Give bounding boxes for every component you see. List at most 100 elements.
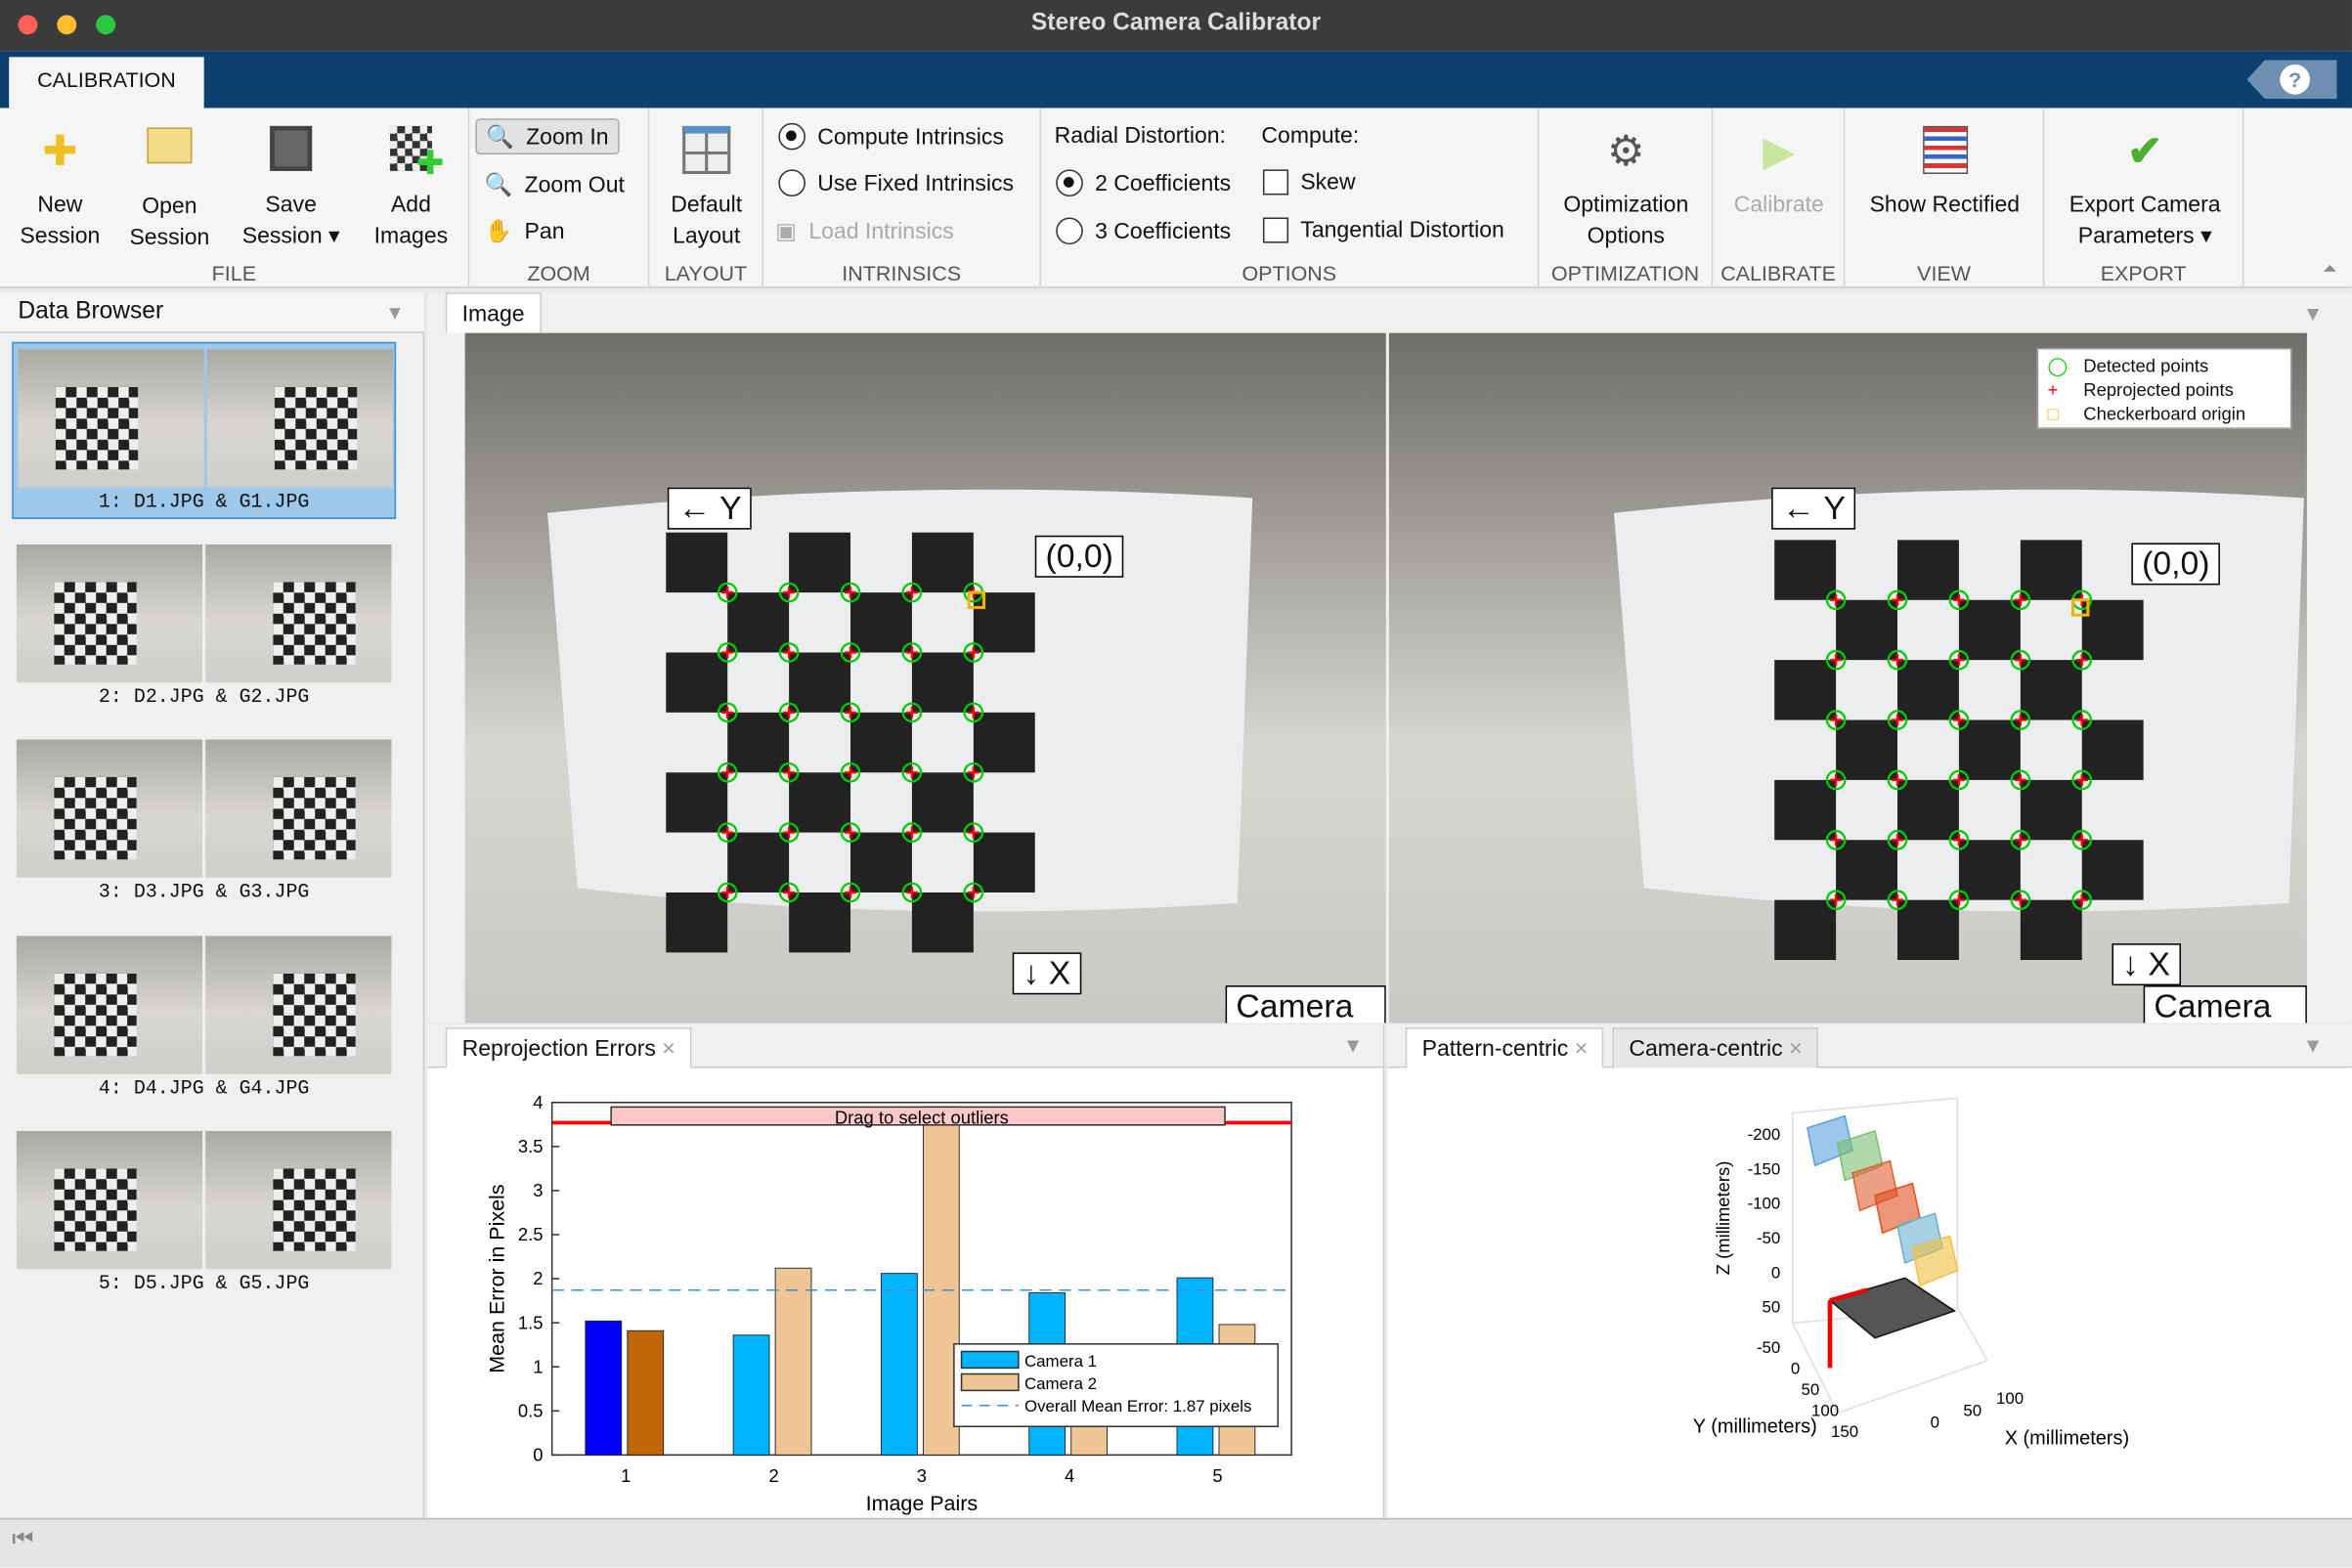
skew-checkbox[interactable]: Skew [1262,169,1356,196]
optimization-section-label: OPTIMIZATION [1550,260,1700,285]
data-browser: Data Browser ▾ 1: D1.JPG & G1.JPG 2: D2.J… [0,292,425,1518]
layout-icon [681,125,732,177]
optimization-section: ⚙ Optimization Options OPTIMIZATION [1539,108,1714,288]
checker-square [850,832,912,893]
pan-button[interactable]: ✋ Pan [485,217,565,244]
compute-label: Compute: [1261,122,1360,149]
y-tick-label: 0 [1791,1360,1800,1378]
compute-intrinsics-radio[interactable]: Compute Intrinsics [778,122,1004,151]
checker-square [789,892,851,953]
panel-menu-icon[interactable]: ▾ [1347,1030,1359,1061]
maximize-window-button[interactable] [96,15,116,35]
three-coefficients-radio[interactable]: 3 Coefficients [1056,217,1231,245]
calibrate-section: ▶ Calibrate CALIBRATE [1713,108,1846,288]
minimize-window-button[interactable] [57,15,77,35]
tab-reprojection-errors[interactable]: Reprojection Errors × [445,1027,692,1068]
checker-square [666,892,728,953]
chart-legend: Camera 1 Camera 2 Overall Mean Error: 1.87… [953,1343,1280,1427]
new-session-button[interactable]: ✚ New Session [12,120,108,252]
data-browser-item[interactable]: 2: D2.JPG & G2.JPG [12,538,396,715]
3d-extrinsics-plot[interactable]: -200-150-100-50050-50050100150 050100Z (m… [1387,1067,2352,1517]
checkerboard-overlay [547,489,1253,953]
close-tab-icon[interactable]: × [1575,1036,1588,1062]
checker-square [1774,540,1837,600]
add-images-button[interactable]: ✚ Add Images [366,120,456,252]
options-section-label: OPTIONS [1241,260,1337,285]
save-session-button[interactable]: Save Session ▾ [231,120,351,252]
close-tab-icon[interactable]: × [662,1036,675,1062]
zoom-in-button[interactable]: 🔍 Zoom In [475,118,620,155]
panel-menu-icon[interactable]: ▾ [2307,1030,2319,1061]
checker-square [2081,599,2144,661]
zoom-section: 🔍 Zoom In 🔍 Zoom Out ✋ Pan ZOOM [469,108,650,288]
collapse-icon[interactable]: ⏮ [12,1527,33,1554]
checker-square [850,592,912,653]
optimization-options-button[interactable]: ⚙ Optimization Options [1545,120,1707,252]
layout-section: Default Layout LAYOUT [649,108,764,288]
x-tick-label: 0 [1931,1414,1939,1432]
checker-square [1958,599,2021,661]
legend-swatch-camera-2 [960,1372,1020,1392]
default-layout-button[interactable]: Default Layout [656,120,758,252]
open-session-button[interactable]: Open Session [120,120,219,254]
outlier-label: Drag to select outliers [835,1107,1009,1127]
checker-square [1774,899,1837,961]
tangential-distortion-checkbox[interactable]: Tangential Distortion [1262,217,1504,243]
camera-1-label: Camera 1 [1225,985,1386,1024]
z-tick-label: -50 [1757,1229,1780,1247]
y-tick-label: 2.5 [518,1224,544,1244]
data-browser-title: Data Browser [18,298,164,325]
show-rectified-button[interactable]: Show Rectified [1851,120,2038,221]
tab-calibration[interactable]: CALIBRATION [9,57,204,109]
checker-square [1774,779,1837,841]
status-bar: ⏮ [0,1517,2352,1568]
tab-camera-centric[interactable]: Camera-centric × [1612,1027,1819,1068]
thumbnail-pair [18,349,394,488]
origin-label: (0,0) [1034,535,1124,578]
x-tick-label: 5 [1212,1465,1222,1486]
panel-menu-icon[interactable]: ▾ [2307,298,2319,328]
title-bar: Stereo Camera Calibrator [0,0,2352,52]
load-intrinsics-button[interactable]: ▣ Load Intrinsics [775,217,953,244]
y-axis-label: ← Y [667,487,753,530]
z-tick-label: -150 [1748,1159,1781,1178]
use-fixed-intrinsics-radio[interactable]: Use Fixed Intrinsics [778,169,1014,197]
tab-pattern-centric[interactable]: Pattern-centric × [1405,1027,1605,1068]
folder-icon [144,127,195,178]
checker-square [727,592,790,653]
z-tick-label: 0 [1771,1263,1780,1282]
bar-camera-2 [627,1329,665,1456]
bar-camera-1 [880,1273,918,1456]
checker-square [911,772,974,833]
close-tab-icon[interactable]: × [1789,1036,1802,1062]
help-button[interactable]: ? [2246,60,2337,100]
calibrate-button[interactable]: ▶ Calibrate [1719,120,1839,221]
view-section-label: VIEW [1917,260,1972,285]
y-axis-label: Y (millimeters) [1693,1416,1817,1437]
image-legend: ◯ Detected points + Reprojected points □ Ch… [2036,347,2292,429]
layout-section-label: LAYOUT [664,260,748,285]
play-icon: ▶ [1763,127,1796,174]
data-browser-item[interactable]: 4: D4.JPG & G4.JPG [12,930,396,1107]
export-camera-parameters-button[interactable]: ✔ Export Camera Parameters ▾ [2047,120,2242,252]
data-browser-item[interactable]: 1: D1.JPG & G1.JPG [12,341,397,519]
data-browser-item[interactable]: 5: D5.JPG & G5.JPG [12,1125,396,1302]
item-label: 4: D4.JPG & G4.JPG [98,1075,310,1099]
x-axis-label: ↓ X [2112,943,2181,986]
y-tick-label: 0 [533,1445,543,1465]
data-browser-item[interactable]: 3: D3.JPG & G3.JPG [12,733,396,910]
x-axis-label: ↓ X [1012,952,1081,995]
close-window-button[interactable] [18,15,38,35]
y-tick-label: 1 [533,1356,543,1376]
checker-square [2020,540,2082,600]
checkmark-icon: ✔ [2127,127,2163,174]
zoom-out-button[interactable]: 🔍 Zoom Out [485,171,625,198]
panel-menu-icon[interactable]: ▾ [389,298,401,326]
checker-square [850,712,912,773]
item-label: 1: D1.JPG & G1.JPG [98,490,310,513]
options-section: Radial Distortion: Compute: 2 Coefficien… [1041,108,1540,288]
tab-image[interactable]: Image [445,292,542,333]
collapse-toolstrip-icon[interactable]: ⏶ [2323,258,2337,281]
two-coefficients-radio[interactable]: 2 Coefficients [1056,169,1231,197]
reprojection-errors-chart[interactable]: 0 0.5 1 1.5 2 2.5 3 3.5 4 1 2 3 4 5 Drag to select out… [427,1067,1384,1517]
